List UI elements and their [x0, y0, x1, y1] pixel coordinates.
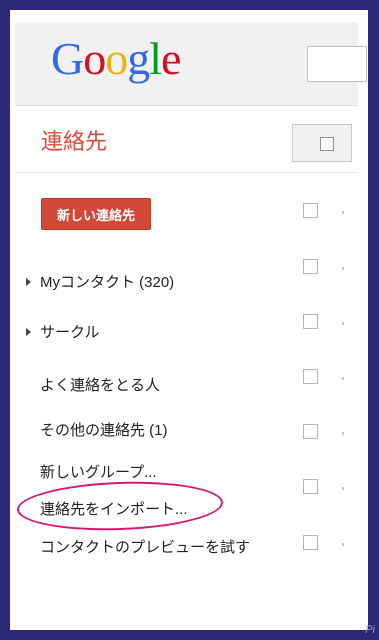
expand-arrow-icon[interactable] [26, 328, 31, 336]
row-checkbox[interactable] [303, 424, 318, 439]
watermark: Pi [365, 624, 375, 636]
sidebar-item-my-contacts[interactable]: Myコンタクト (320) [26, 271, 174, 292]
row-marker [342, 432, 344, 435]
row-marker [342, 377, 344, 380]
sidebar-item-other-contacts[interactable]: その他の連絡先 (1) [26, 419, 168, 440]
top-header: Google [15, 22, 367, 106]
search-input[interactable] [307, 46, 367, 82]
sidebar-item-label: サークル [40, 324, 100, 341]
row-marker [342, 211, 344, 214]
sidebar-item-label: 新しいグループ... [40, 464, 157, 481]
sidebar-item-label: コンタクトのプレビューを試す [40, 539, 251, 556]
row-marker [342, 487, 344, 490]
row-checkbox[interactable] [303, 369, 318, 384]
divider [15, 172, 358, 173]
sidebar-item-label: その他の連絡先 (1) [40, 422, 168, 439]
new-contact-button[interactable]: 新しい連絡先 [41, 198, 151, 230]
row-checkbox[interactable] [303, 314, 318, 329]
row-marker [342, 322, 344, 325]
sidebar-item-label: よく連絡をとる人 [40, 377, 161, 394]
sidebar-item-new-group[interactable]: 新しいグループ... [26, 461, 157, 482]
checkbox-icon [320, 137, 334, 151]
row-checkbox[interactable] [303, 259, 318, 274]
row-marker [342, 543, 344, 546]
row-checkbox[interactable] [303, 479, 318, 494]
sidebar-item-circles[interactable]: サークル [26, 321, 100, 342]
expand-arrow-icon[interactable] [26, 278, 31, 286]
sidebar-item-label: Myコンタクト (320) [40, 274, 175, 291]
sidebar-item-frequent[interactable]: よく連絡をとる人 [26, 374, 160, 395]
row-marker [342, 267, 344, 270]
row-checkbox[interactable] [303, 535, 318, 550]
select-all-button[interactable] [292, 124, 352, 162]
google-logo[interactable]: Google [51, 32, 181, 85]
sidebar-item-try-preview[interactable]: コンタクトのプレビューを試す [26, 535, 276, 560]
row-checkbox[interactable] [303, 203, 318, 218]
page-title: 連絡先 [41, 129, 108, 154]
